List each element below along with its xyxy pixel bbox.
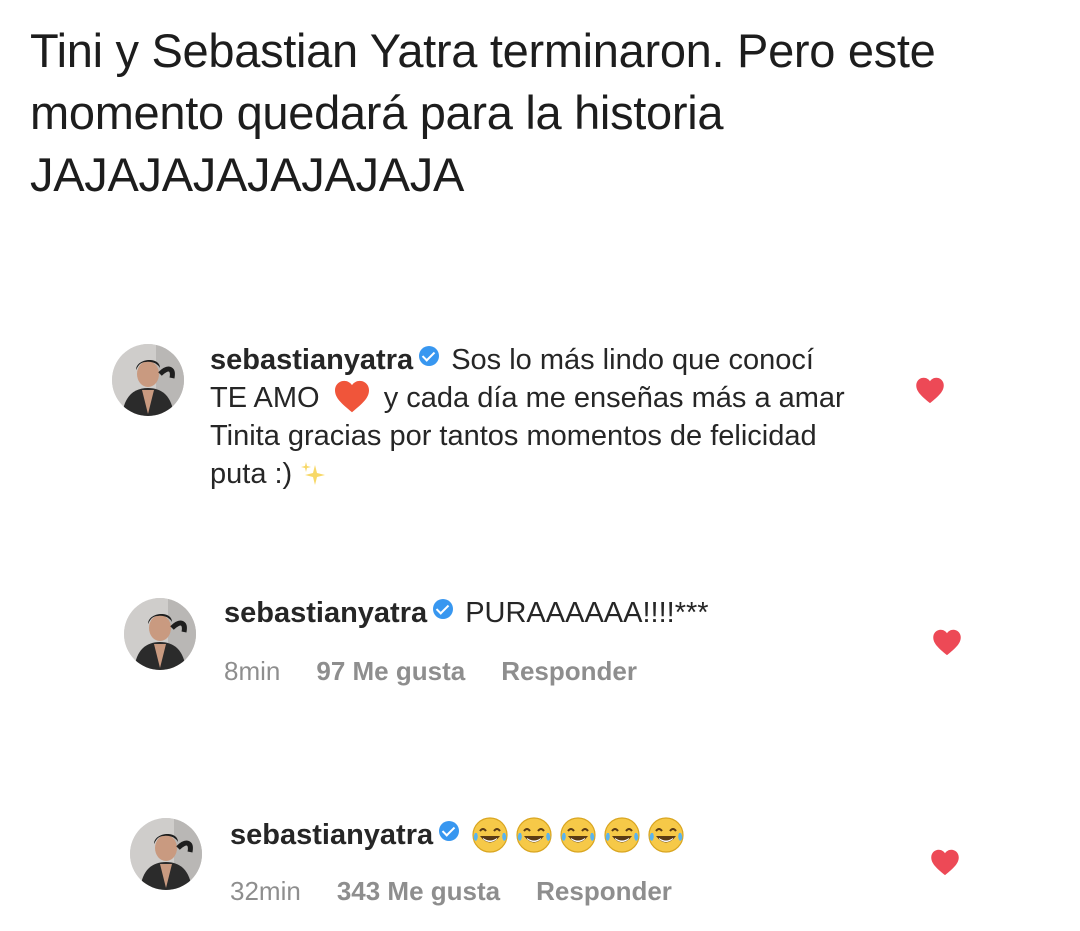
- crying-laughing-face-icon: [647, 816, 685, 854]
- crying-laughing-face-icon: [603, 816, 641, 854]
- comment-body: sebastianyatra: [230, 816, 910, 864]
- comment-body: sebastianyatra PURAAAAAA!!!!***: [224, 594, 904, 632]
- verified-badge-icon: [419, 346, 440, 366]
- reply-button[interactable]: Responder: [501, 656, 637, 686]
- avatar-photo: [112, 344, 184, 416]
- emoji-row: [471, 816, 691, 864]
- like-heart-icon[interactable]: [930, 848, 960, 876]
- avatar-photo: [130, 818, 202, 890]
- verified-badge-icon: [433, 599, 454, 619]
- comment-username[interactable]: sebastianyatra: [210, 344, 413, 376]
- crying-laughing-face-icon: [559, 816, 597, 854]
- crying-laughing-face-icon: [515, 816, 553, 854]
- crying-laughing-face-icon: [471, 816, 509, 854]
- comment-text: PURAAAAAA!!!!***: [465, 597, 709, 629]
- sparkles-emoji-icon: [301, 462, 326, 485]
- avatar[interactable]: [130, 818, 202, 890]
- comment-likes-count[interactable]: 97 Me gusta: [316, 656, 465, 686]
- comment-body: sebastianyatra Sos lo más lindo que cono…: [210, 341, 850, 493]
- like-heart-icon[interactable]: [915, 376, 945, 404]
- avatar[interactable]: [112, 344, 184, 416]
- comment-time: 32min: [230, 876, 301, 906]
- verified-badge-icon: [439, 821, 460, 841]
- like-heart-icon[interactable]: [932, 628, 962, 656]
- comment-likes-count[interactable]: 343 Me gusta: [337, 876, 500, 906]
- comment-username[interactable]: sebastianyatra: [224, 597, 427, 629]
- reply-button[interactable]: Responder: [536, 876, 672, 906]
- avatar-photo: [124, 598, 196, 670]
- comment-meta: 8min 97 Me gusta Responder: [224, 656, 673, 687]
- comment-meta: 32min 343 Me gusta Responder: [230, 876, 708, 907]
- comment-username[interactable]: sebastianyatra: [230, 819, 433, 851]
- headline-text: Tini y Sebastian Yatra terminaron. Pero …: [30, 24, 936, 201]
- avatar[interactable]: [124, 598, 196, 670]
- comment-time: 8min: [224, 656, 281, 686]
- red-heart-emoji-icon: [334, 380, 369, 413]
